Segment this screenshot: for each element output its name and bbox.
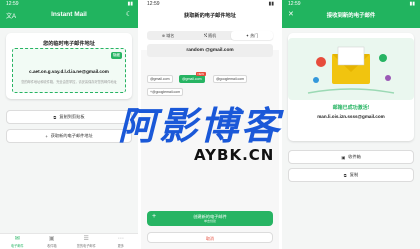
inbox-icon: ▣ (48, 236, 55, 242)
watermark-domain: AYBK.CN (194, 146, 275, 164)
cancel-button[interactable]: 取消 (147, 232, 273, 243)
tab-label: 更多 (117, 244, 124, 248)
screen-title: 接收到新的电子邮件 (326, 13, 376, 19)
segment-domain[interactable]: ⊕ 域名 (147, 31, 189, 40)
app-title: Instant Mail (51, 11, 87, 18)
email-card: 您的临时电子邮件地址 隐藏 c.aet.on.g.vay.d.l.d.ia.ne… (6, 33, 132, 99)
status-time: 12:59 (147, 1, 160, 7)
segment-random[interactable]: ⤭ 随机 (189, 31, 231, 40)
email-hint: 您的邮件地址和收件箱，完全由您掌控，请妥善保存好您的邮件地址 (21, 80, 117, 84)
copy-label: 复制 (349, 172, 359, 177)
status-bar: 12:59 ▮▮ (141, 0, 279, 8)
watermark: 阿影博客 AYBK.CN (118, 95, 318, 175)
hide-badge[interactable]: 隐藏 (110, 52, 122, 59)
domain-chip-selected[interactable]: @gmail.com NEW (179, 72, 206, 83)
copy-label: 复制到剪贴板 (59, 114, 85, 119)
segment-label: 热门 (250, 33, 259, 38)
watermark-title: 阿影博客 (118, 104, 283, 148)
new-email-label: 获取新的电子邮件地址 (50, 133, 93, 138)
tab-your-emails[interactable]: ☰ 您的电子邮件 (69, 234, 104, 249)
email-address[interactable]: c.aet.on.g.vay.d.l.d.ia.ne@gmail.com (13, 69, 125, 74)
segment-label: 随机 (208, 33, 217, 38)
copy-to-clipboard-button[interactable]: ⧉ 复制到剪贴板 (6, 110, 132, 124)
list-icon: ☰ (83, 236, 89, 242)
sheet-title: 获取新的电子邮件地址 (184, 13, 236, 19)
status-time: 12:59 (6, 1, 19, 7)
mail-icon: ✉ (14, 236, 20, 242)
plus-icon: + (45, 133, 48, 139)
segment-popular[interactable]: ✦ 热门 (231, 31, 273, 40)
domain-chip[interactable]: @gmail.com (147, 75, 173, 83)
tab-inbox[interactable]: ▣ 收件箱 (35, 234, 70, 249)
dark-mode-icon[interactable]: ☾ (126, 10, 132, 18)
email-input[interactable]: random @gmail.com (147, 44, 273, 57)
new-badge: NEW (195, 72, 206, 76)
email-box: 隐藏 c.aet.on.g.vay.d.l.d.ia.ne@gmail.com … (12, 48, 126, 93)
inbox-label: 收件箱 (348, 154, 361, 159)
mail-illustration (288, 38, 414, 100)
status-bar: 12:59 ▮▮ (282, 0, 420, 8)
segment-label: 域名 (166, 33, 175, 38)
create-email-button[interactable]: + 创建新的电子邮件 单击创建 (147, 211, 273, 226)
tab-email[interactable]: ✉ 电子邮件 (0, 234, 35, 249)
tab-label: 收件箱 (46, 244, 57, 248)
bottom-tab-bar: ✉ 电子邮件 ▣ 收件箱 ☰ 您的电子邮件 ⋯ 更多 (0, 233, 138, 249)
battery-icon: ▮▮ (268, 1, 274, 7)
mode-segmented-control: ⊕ 域名 ⤭ 随机 ✦ 热门 (147, 31, 273, 40)
more-icon: ⋯ (117, 236, 124, 242)
create-sub-label: 单击创建 (203, 219, 216, 223)
tab-label: 电子邮件 (10, 244, 24, 248)
chip-label: @gmail.com (182, 77, 202, 81)
copy-icon: ⧉ (343, 172, 347, 178)
inbox-icon: ▣ (341, 154, 346, 160)
tab-more[interactable]: ⋯ 更多 (104, 234, 139, 249)
battery-icon: ▮▮ (409, 1, 415, 7)
card-label: 您的临时电子邮件地址 (43, 41, 95, 47)
envelope-illustration-icon (307, 46, 395, 94)
battery-icon: ▮▮ (127, 1, 133, 7)
copy-icon: ⧉ (53, 114, 57, 120)
domain-chip[interactable]: @googlemail.com (213, 75, 248, 83)
get-new-email-button[interactable]: + 获取新的电子邮件地址 (6, 129, 132, 143)
status-time: 12:59 (288, 1, 301, 7)
tab-label: 您的电子邮件 (76, 244, 96, 248)
status-bar: 12:59 ▮▮ (0, 0, 138, 8)
